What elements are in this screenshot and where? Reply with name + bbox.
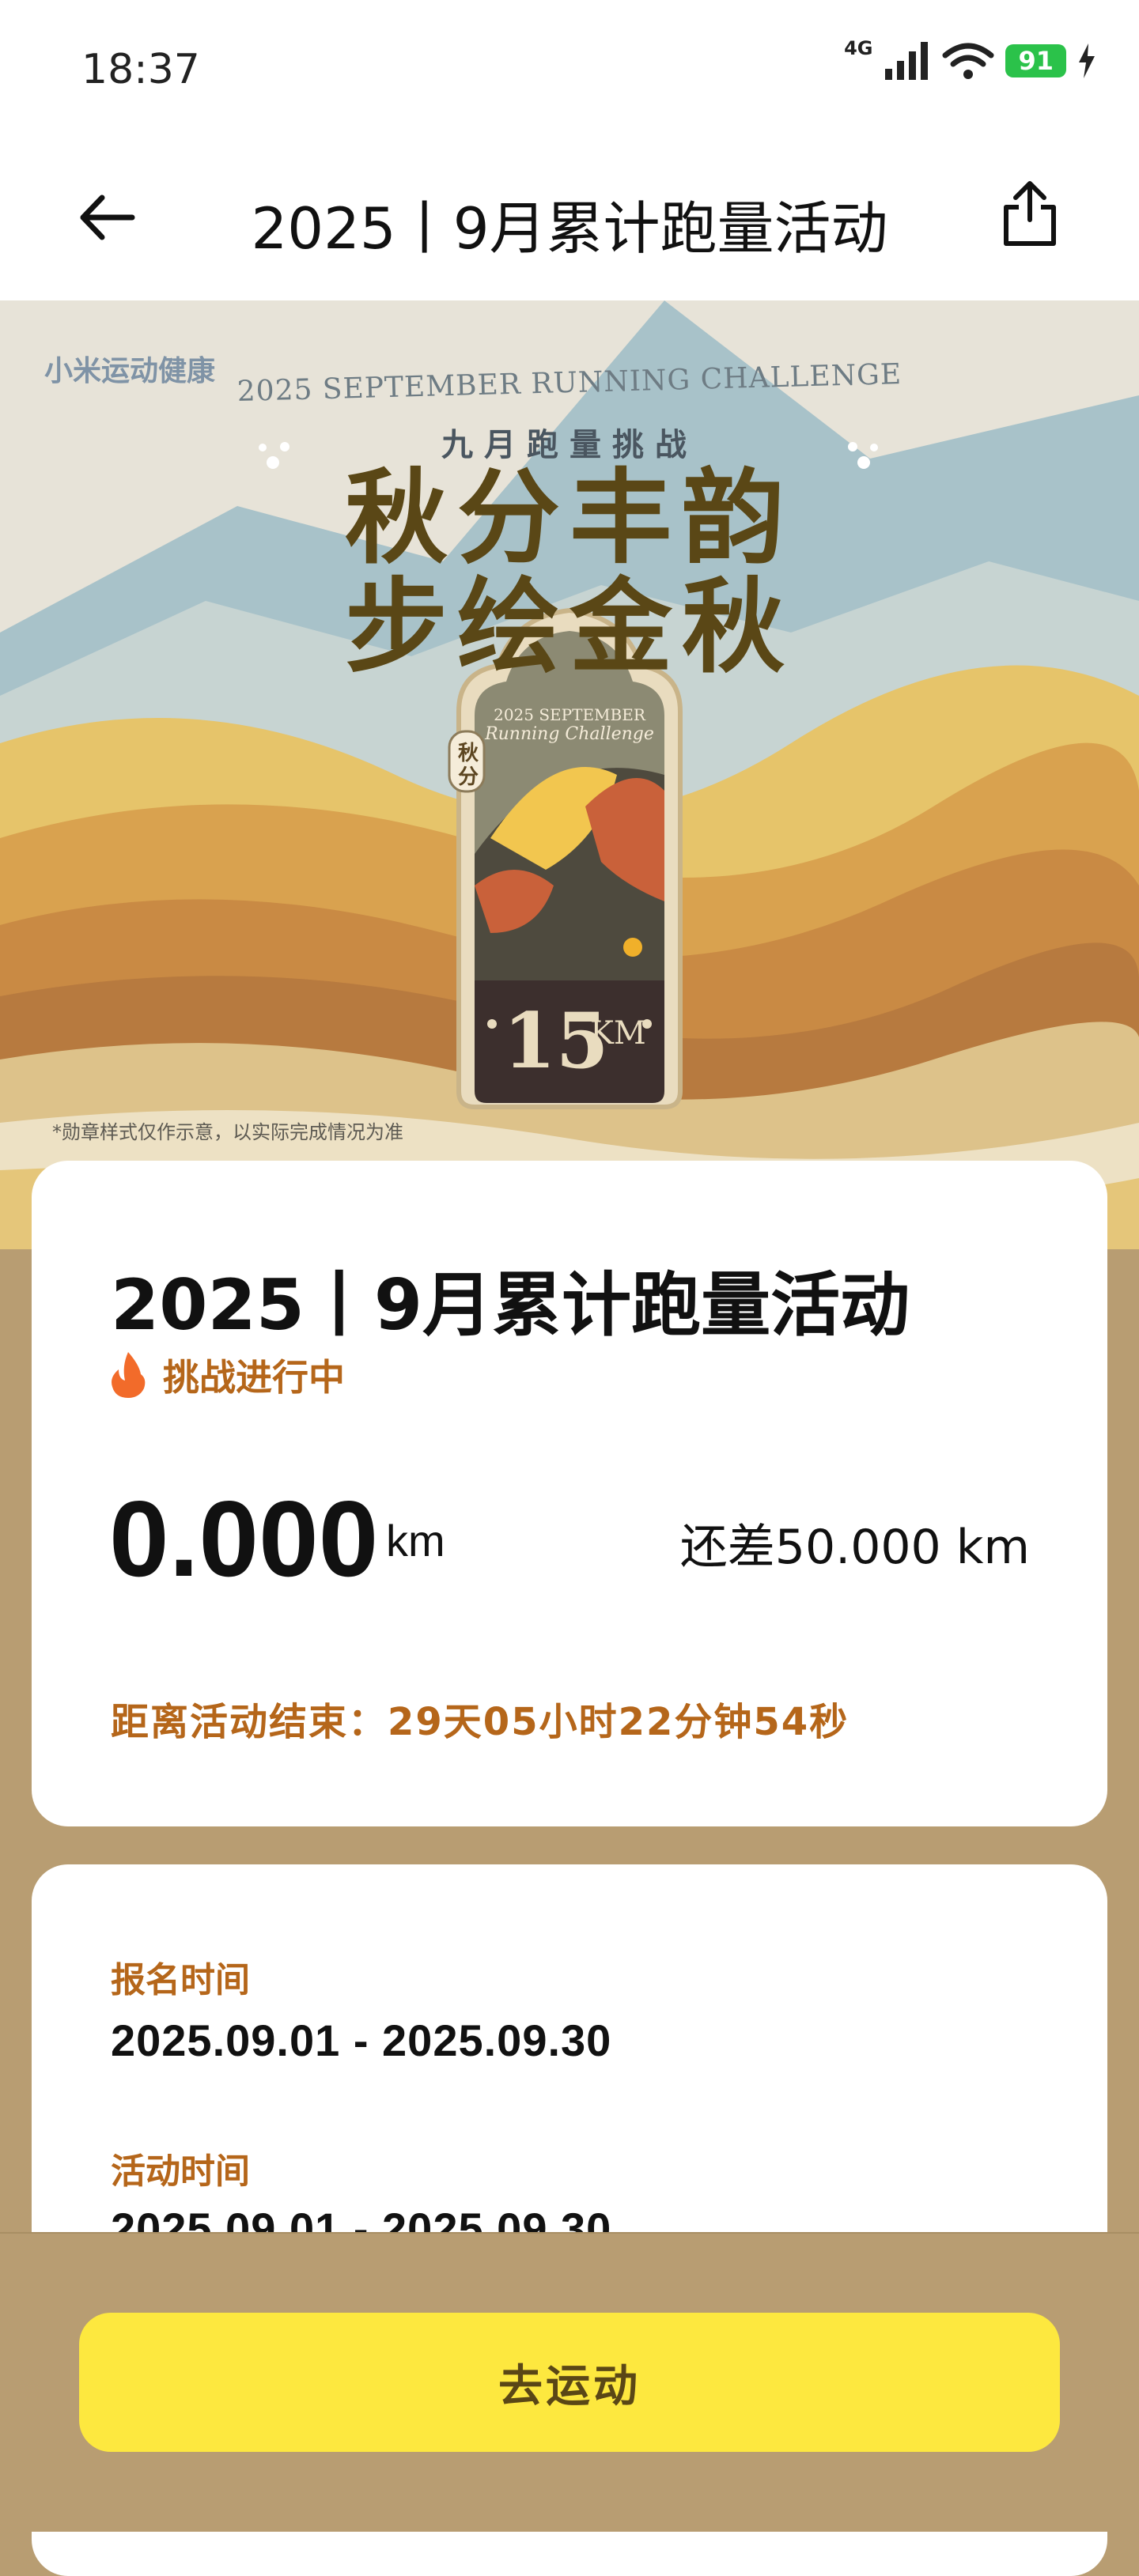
challenge-status: 挑战进行中 [163, 1356, 345, 1399]
activity-time-label: 活动时间 [111, 2151, 250, 2192]
status-bar: 18:37 4G 91 [0, 0, 1139, 134]
activity-title: 2025丨9月累计跑量活动 [111, 1264, 910, 1346]
status-row: 挑战进行中 [108, 1349, 345, 1401]
signup-time-value: 2025.09.01 - 2025.09.30 [111, 2015, 612, 2065]
medal-title-line2: Running Challenge [485, 724, 654, 744]
charging-icon [1079, 43, 1095, 78]
distance-unit: km [386, 1516, 445, 1566]
start-exercise-button[interactable]: 去运动 [79, 2313, 1060, 2452]
status-time: 18:37 [81, 46, 200, 93]
banner-headline-line1: 秋分丰韵 [344, 458, 794, 578]
signup-time-label: 报名时间 [111, 1960, 250, 2000]
medal-title-line1: 2025 SEPTEMBER [494, 705, 645, 724]
countdown-timer: 距离活动结束：29天05小时22分钟54秒 [111, 1700, 850, 1744]
distance-value: 0.000 [109, 1479, 379, 1599]
banner-headline-line2: 步绘金秋 [344, 567, 794, 687]
medal-disclaimer: *勋章样式仅作示意，以实际完成情况为准 [52, 1121, 403, 1143]
signal-icon [885, 42, 929, 80]
page-title: 2025丨9月累计跑量活动 [251, 195, 888, 262]
medal-tag: 秋分 [457, 742, 479, 789]
event-banner: 小米运动健康 2025 SEPTEMBER RUNNING CHALLENGE … [0, 300, 1139, 1249]
remaining-distance: 还差50.000 km [679, 1520, 1030, 1575]
wifi-icon [942, 43, 994, 79]
flame-icon [112, 1352, 146, 1398]
progress-card: 2025丨9月累计跑量活动 挑战进行中 0.000 km 还差50.000 km… [32, 1161, 1107, 1826]
network-label: 4G [844, 37, 873, 59]
medal-unit: KM [590, 1015, 646, 1052]
status-icons: 4G 91 [844, 37, 1096, 81]
app-header: 2025丨9月累计跑量活动 [0, 134, 1139, 300]
battery-indicator: 91 [1005, 44, 1066, 77]
share-icon[interactable] [1000, 180, 1060, 248]
